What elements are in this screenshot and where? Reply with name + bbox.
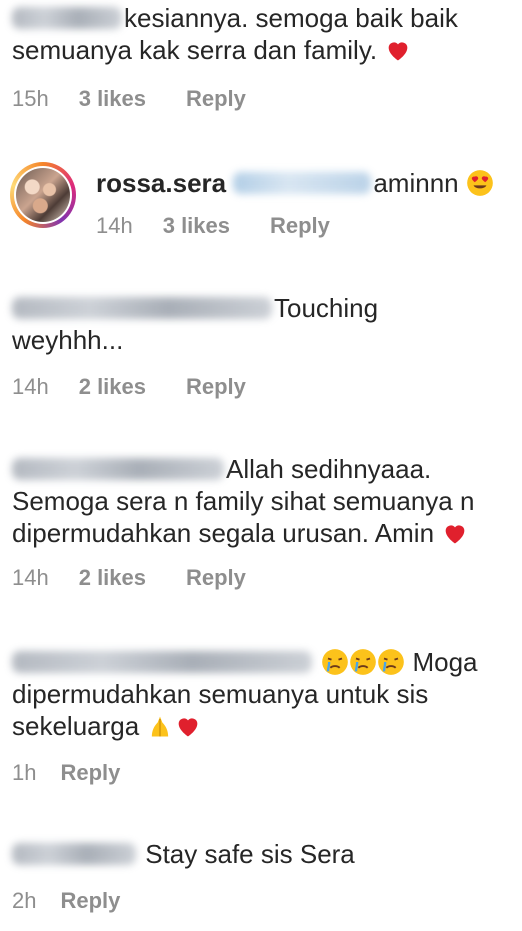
timestamp: 14h bbox=[12, 374, 49, 399]
crying-face-emoji-icon bbox=[322, 649, 349, 675]
reply-button[interactable]: Reply bbox=[186, 374, 246, 400]
reply-button[interactable]: Reply bbox=[186, 86, 246, 112]
timestamp: 14h bbox=[12, 565, 49, 590]
avatar[interactable] bbox=[10, 162, 76, 228]
folded-hands-emoji-icon bbox=[152, 716, 169, 737]
reply-button[interactable]: Reply bbox=[270, 213, 330, 239]
red-heart-icon bbox=[179, 718, 198, 737]
comment-meta: 1h Reply bbox=[12, 760, 120, 786]
comment-meta: 2h Reply bbox=[12, 888, 120, 914]
likes-count[interactable]: 3 likes bbox=[79, 86, 146, 112]
reply-button[interactable]: Reply bbox=[60, 888, 120, 914]
comment-text: Moga dipermudahkan semuanya untuk sis se… bbox=[12, 647, 478, 741]
username[interactable]: rossa.sera bbox=[96, 168, 226, 198]
likes-count[interactable]: 2 likes bbox=[79, 374, 146, 400]
reply-button[interactable]: Reply bbox=[186, 565, 246, 591]
comment-meta: 14h 2 likes Reply bbox=[12, 565, 246, 591]
timestamp: 15h bbox=[12, 86, 49, 111]
blurred-mention[interactable] bbox=[233, 172, 372, 194]
comment-meta: 14h 3 likes Reply bbox=[96, 213, 330, 239]
blurred-username[interactable] bbox=[12, 7, 122, 29]
likes-count[interactable]: 2 likes bbox=[79, 565, 146, 591]
blurred-username[interactable] bbox=[12, 297, 272, 319]
comment-meta: 14h 2 likes Reply bbox=[12, 374, 246, 400]
timestamp: 14h bbox=[96, 213, 133, 238]
crying-face-emoji-icon bbox=[378, 649, 405, 675]
blurred-username[interactable] bbox=[12, 651, 312, 673]
comment-meta: 15h 3 likes Reply bbox=[12, 86, 246, 112]
avatar-photo bbox=[16, 168, 70, 222]
timestamp: 2h bbox=[12, 888, 37, 913]
heart-eyes-emoji-icon bbox=[467, 170, 493, 196]
comment-text: kesiannya. semoga baik baik semuanya kak… bbox=[12, 3, 458, 65]
blurred-username[interactable] bbox=[12, 458, 224, 480]
red-heart-icon bbox=[445, 525, 465, 544]
comment-text: Touching weyhhh... bbox=[12, 293, 379, 355]
likes-count[interactable]: 3 likes bbox=[163, 213, 230, 239]
red-heart-icon bbox=[389, 42, 408, 61]
reply-button[interactable]: Reply bbox=[60, 760, 120, 786]
comment-text: rossa.sera aminnn bbox=[96, 167, 510, 199]
comment-text: Allah sedihnyaaa. Semoga sera n family s… bbox=[12, 454, 475, 548]
blurred-username[interactable] bbox=[12, 843, 136, 865]
comment-text: Stay safe sis Sera bbox=[12, 838, 510, 870]
crying-face-emoji-icon bbox=[350, 649, 377, 675]
timestamp: 1h bbox=[12, 760, 37, 785]
